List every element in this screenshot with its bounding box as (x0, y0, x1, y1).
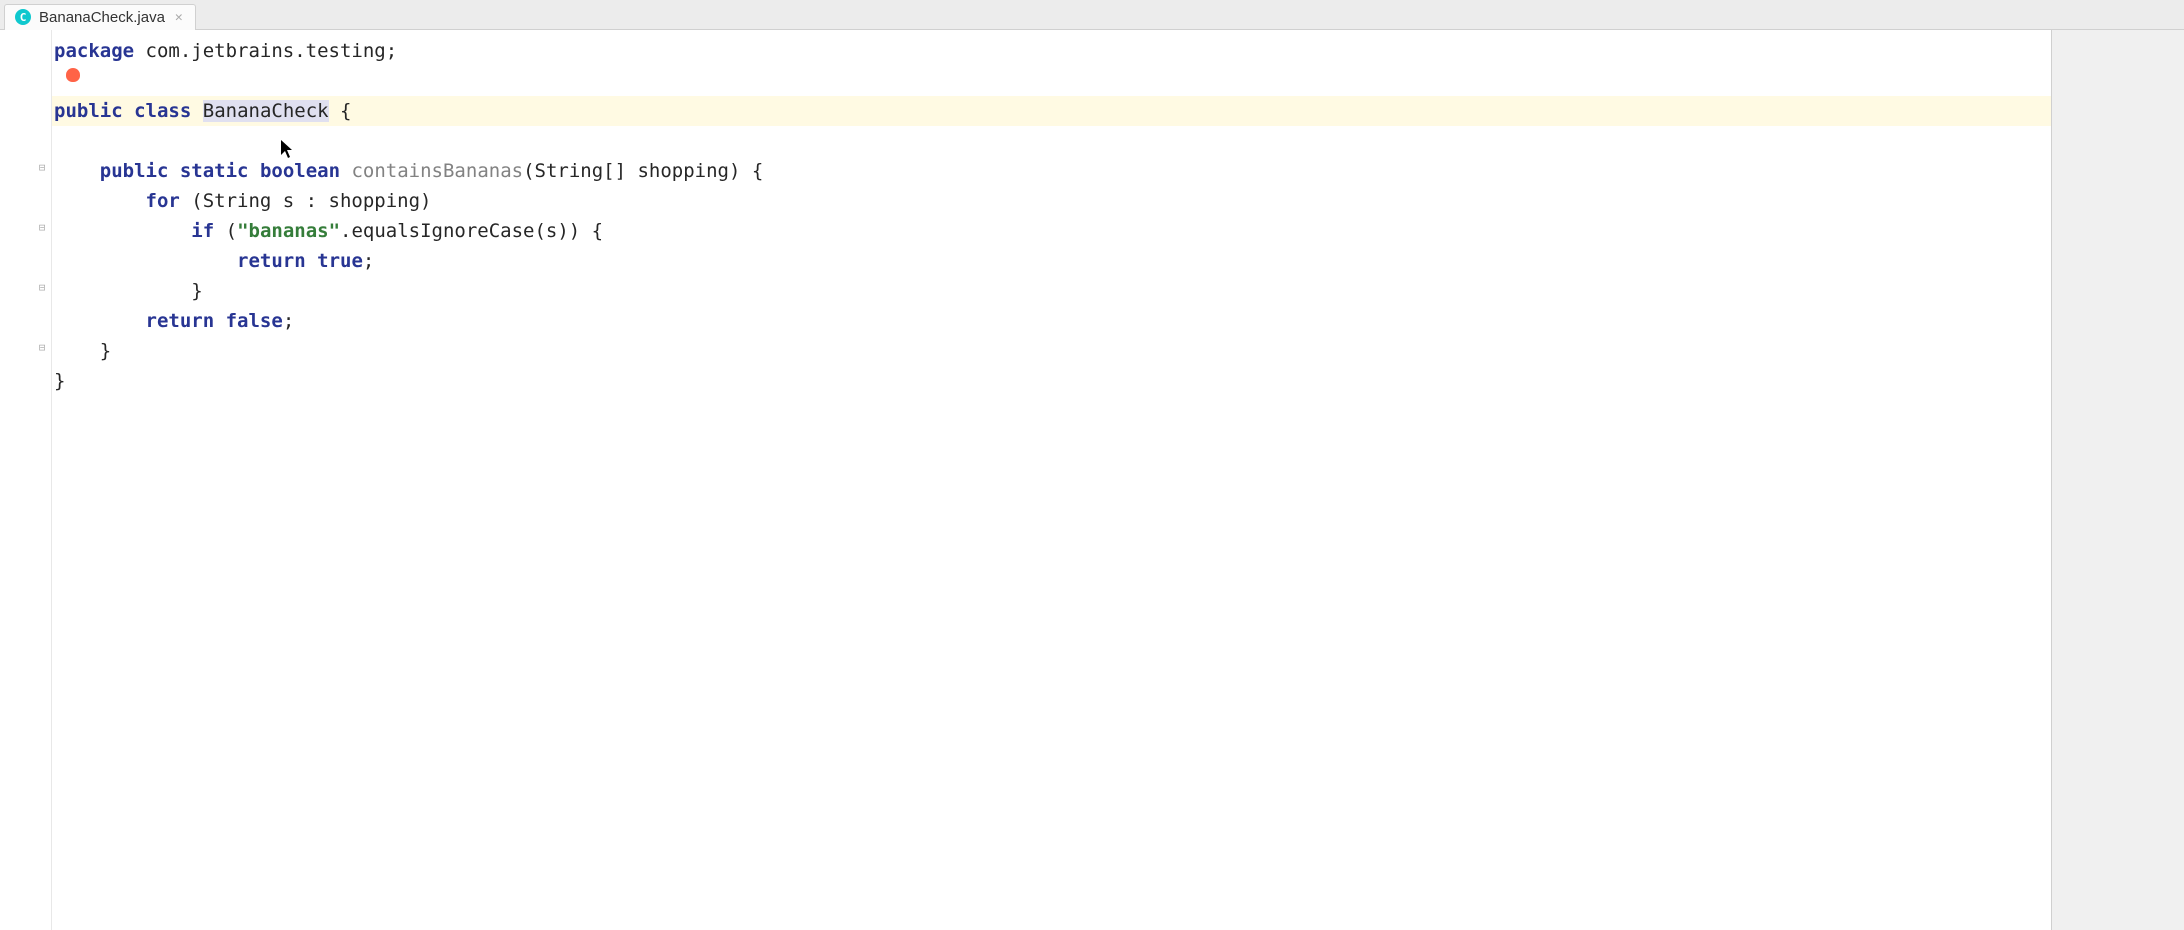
code-line (52, 66, 2051, 96)
code-line (52, 126, 2051, 156)
fold-toggle-icon[interactable]: ⊟ (35, 160, 49, 174)
close-tab-icon[interactable]: ✕ (173, 10, 185, 25)
intention-bulb-icon[interactable] (66, 68, 82, 84)
code-line: return true; (52, 246, 2051, 276)
code-line: if ("bananas".equalsIgnoreCase(s)) { (52, 216, 2051, 246)
code-line: } (52, 336, 2051, 366)
editor-tab-bar: C BananaCheck.java ✕ (0, 0, 2184, 30)
code-line: return false; (52, 306, 2051, 336)
java-class-icon: C (15, 9, 31, 25)
code-line: for (String s : shopping) (52, 186, 2051, 216)
code-line: public static boolean containsBananas(St… (52, 156, 2051, 186)
editor-container: ⊟ ⊟ ⊟ ⊟ package com.jetbrains.testing; p… (0, 30, 2184, 930)
editor-gutter[interactable]: ⊟ ⊟ ⊟ ⊟ (0, 30, 52, 930)
fold-close-icon[interactable]: ⊟ (35, 340, 49, 354)
fold-close-icon[interactable]: ⊟ (35, 280, 49, 294)
editor-scrollbar-area[interactable] (2052, 30, 2184, 930)
code-line: } (52, 366, 2051, 396)
code-line: } (52, 276, 2051, 306)
error-stripe[interactable] (2168, 30, 2182, 930)
file-tab-bananacheck[interactable]: C BananaCheck.java ✕ (4, 4, 196, 30)
tab-filename-label: BananaCheck.java (39, 9, 165, 26)
code-line-highlighted: public class BananaCheck { (52, 96, 2051, 126)
code-editor[interactable]: package com.jetbrains.testing; public cl… (52, 30, 2052, 930)
fold-toggle-icon[interactable]: ⊟ (35, 220, 49, 234)
code-line: package com.jetbrains.testing; (52, 36, 2051, 66)
